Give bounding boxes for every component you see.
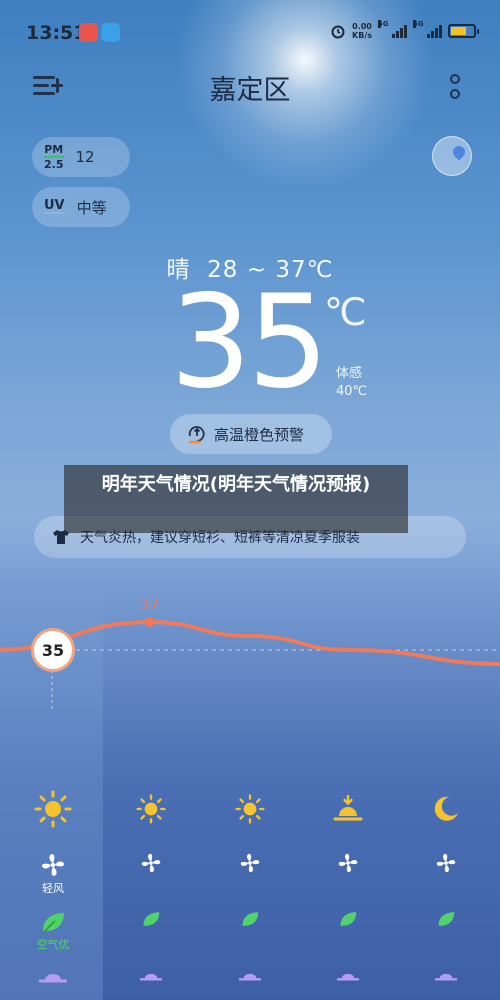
- fan-icon: [141, 853, 161, 873]
- pm25-pill[interactable]: PM 2.5 12: [32, 137, 130, 177]
- hour-2-wind[interactable]: [101, 852, 201, 874]
- signal-icon-sim1: 5G: [378, 20, 407, 38]
- air-quality-label: 空气优: [36, 938, 70, 951]
- wind-label: 轻风: [42, 882, 64, 895]
- sim2-label: 5G: [413, 20, 424, 28]
- hour-3-uv[interactable]: [200, 968, 300, 986]
- hour-5-air[interactable]: [396, 910, 496, 928]
- hour-4-air[interactable]: [298, 910, 398, 928]
- fan-icon: [338, 853, 358, 873]
- hour-4-wind[interactable]: [298, 852, 398, 874]
- signal-icon-sim2: 5G: [413, 20, 442, 38]
- alert-text: 高温橙色预警: [214, 425, 305, 444]
- hourly-temperature-chart: [0, 617, 500, 710]
- overlay-banner: 明年天气情况(明年天气情况预报): [64, 465, 408, 533]
- hour-3-weather[interactable]: [200, 790, 300, 824]
- hour-1-uv[interactable]: [3, 968, 103, 988]
- temperature-unit: ℃: [324, 290, 367, 334]
- hat-icon: [337, 973, 359, 981]
- hat-icon: [140, 973, 162, 981]
- overlay-banner-text: 明年天气情况(明年天气情况预报): [101, 474, 371, 495]
- net-speed: 0.00 KB/s: [352, 22, 372, 40]
- hour-3-wind[interactable]: [200, 852, 300, 874]
- city-title[interactable]: 嘉定区: [0, 68, 500, 107]
- header: 嘉定区: [0, 66, 500, 110]
- alarm-icon: [331, 25, 345, 39]
- hourly-air-quality-row: 空气优: [0, 910, 500, 960]
- leaf-icon: [242, 912, 259, 926]
- status-bar: 13:51 0.00 KB/s 5G 5G: [0, 0, 500, 64]
- hour-5-wind[interactable]: [396, 852, 496, 874]
- hour-5-uv[interactable]: [396, 968, 496, 986]
- hour-3-air[interactable]: [200, 910, 300, 928]
- location-pin-icon: [450, 143, 468, 161]
- status-time: 13:51: [26, 22, 87, 44]
- hat-icon: [39, 974, 67, 983]
- fan-icon: [240, 853, 260, 873]
- feels-like-value: 40℃: [336, 384, 368, 399]
- feels-like-label: 体感: [336, 366, 363, 381]
- hourly-weather-icons: [0, 790, 500, 840]
- fan-icon: [436, 853, 456, 873]
- hour-1-weather[interactable]: [3, 790, 103, 828]
- temperature-curve: [0, 619, 500, 666]
- thermometer-alert-icon: [188, 426, 205, 444]
- hourly-uv-row: [0, 968, 500, 1000]
- pm25-value: 12: [75, 148, 95, 166]
- net-speed-unit: KB/s: [352, 31, 372, 40]
- leaf-icon: [43, 913, 64, 933]
- hour-2-uv[interactable]: [101, 968, 201, 986]
- heat-alert-pill[interactable]: 高温橙色预警: [170, 414, 332, 454]
- leaf-icon: [438, 912, 455, 926]
- fan-icon: [42, 854, 64, 876]
- sun-icon: [136, 794, 166, 824]
- max-temp-point: [145, 617, 155, 627]
- uv-value: 中等: [76, 198, 107, 217]
- hour-2-weather[interactable]: [101, 790, 201, 824]
- notification-app-icon-2: [101, 23, 120, 42]
- status-indicators: 0.00 KB/s 5G 5G: [330, 20, 479, 40]
- pm25-label-bottom: 2.5: [44, 157, 64, 171]
- current-temperature: 35: [170, 268, 329, 417]
- hour-1-air[interactable]: 空气优: [3, 910, 103, 952]
- hour-5-weather[interactable]: [396, 790, 496, 824]
- max-temp-label: 37: [140, 596, 160, 614]
- notification-app-icon: [79, 23, 98, 42]
- leaf-icon: [143, 912, 160, 926]
- sun-icon: [34, 790, 72, 828]
- current-temp-badge: 35: [31, 628, 75, 672]
- leaf-icon: [340, 912, 357, 926]
- moon-icon: [434, 796, 458, 821]
- sim1-label: 5G: [378, 20, 389, 28]
- net-speed-value: 0.00: [352, 22, 372, 31]
- hour-1-wind[interactable]: 轻风: [3, 852, 103, 896]
- pm25-label: PM 2.5: [44, 142, 64, 171]
- pm25-label-top: PM: [44, 142, 64, 158]
- hour-4-uv[interactable]: [298, 968, 398, 986]
- uv-label: UV: [44, 197, 65, 214]
- sun-icon: [235, 794, 265, 824]
- uv-pill[interactable]: UV 中等: [32, 187, 130, 227]
- map-location-button[interactable]: [432, 136, 472, 176]
- hat-icon: [435, 973, 457, 981]
- hourly-wind-row: 轻风: [0, 852, 500, 902]
- hour-2-air[interactable]: [101, 910, 201, 928]
- sunset-icon: [333, 794, 363, 821]
- more-vertical-icon[interactable]: [448, 72, 462, 102]
- hat-icon: [239, 973, 261, 981]
- battery-icon: [448, 24, 479, 38]
- hour-4-weather[interactable]: [298, 790, 398, 824]
